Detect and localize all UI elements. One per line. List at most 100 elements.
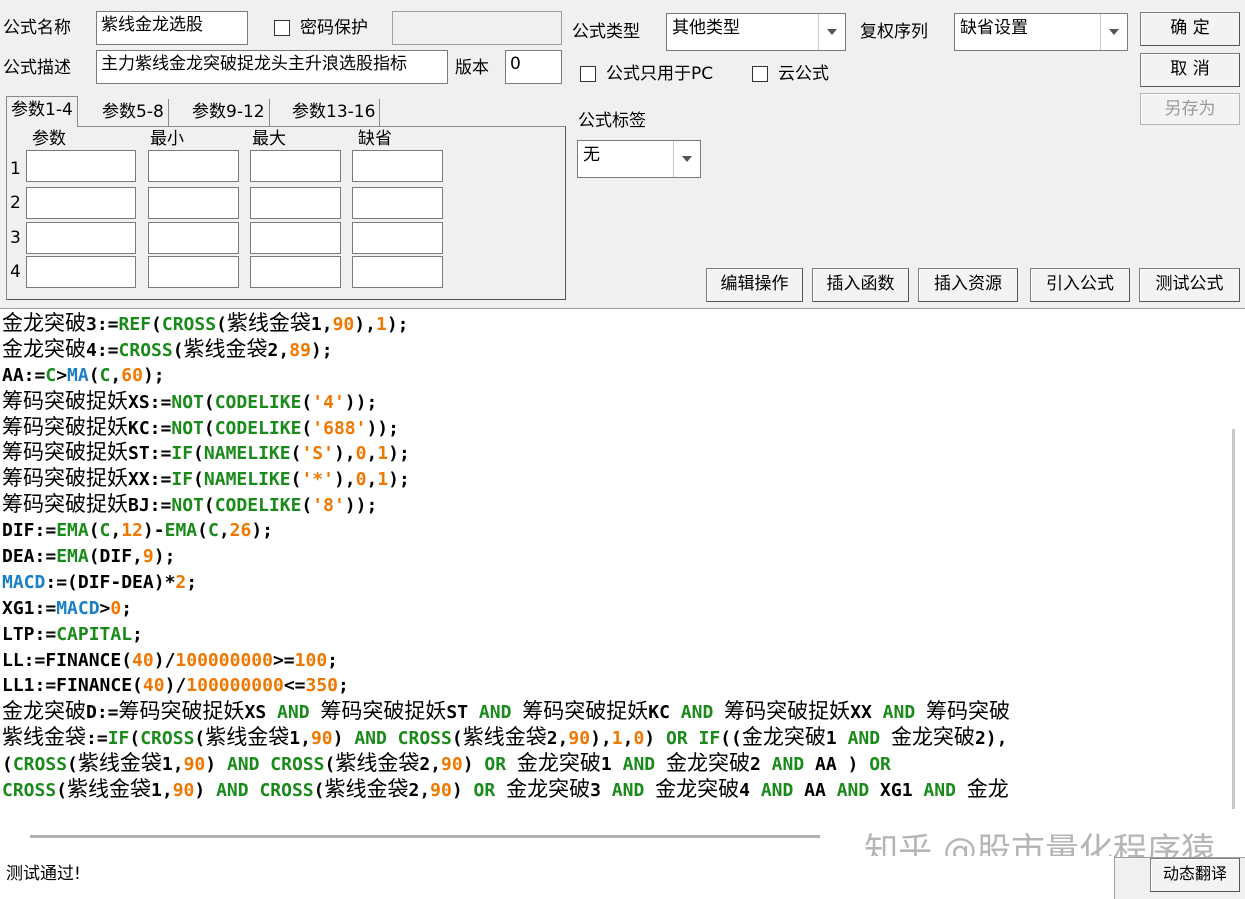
code-token: 1, — [161, 754, 184, 776]
horizontal-scrollbar[interactable] — [30, 835, 820, 838]
code-token: CAPITAL — [56, 623, 133, 645]
param4-max-input[interactable] — [250, 256, 341, 288]
code-line: (CROSS(紫线金袋1,90) AND CROSS(紫线金袋2,90) OR … — [2, 751, 1218, 777]
code-token: 100 — [294, 649, 328, 671]
import-formula-button[interactable]: 引入公式 — [1030, 268, 1130, 302]
param2-min-input[interactable] — [148, 187, 239, 219]
code-token: > — [56, 364, 68, 386]
param2-default-input[interactable] — [352, 187, 443, 219]
code-token: ) — [194, 780, 217, 802]
code-token: > — [99, 597, 111, 619]
insert-resource-button[interactable]: 插入资源 — [918, 268, 1018, 302]
formula-tag-select[interactable]: 无 — [577, 140, 701, 178]
code-token: CODELIKE — [214, 391, 302, 413]
code-token: 40 — [132, 649, 154, 671]
tab-params-13-16[interactable]: 参数13-16 — [288, 99, 381, 126]
chevron-down-icon — [673, 141, 700, 177]
cloud-checkbox[interactable] — [752, 66, 768, 82]
code-text[interactable]: 金龙突破3:=REF(CROSS(紫线金袋1,90),1); 金龙突破4:=CRO… — [2, 311, 1218, 803]
param1-min-input[interactable] — [148, 150, 239, 182]
code-token: ); — [386, 314, 409, 335]
code-line: 金龙突破3:=REF(CROSS(紫线金袋1,90),1); — [2, 311, 1218, 337]
vertical-scrollbar[interactable] — [1232, 429, 1235, 809]
param3-max-input[interactable] — [250, 222, 341, 254]
code-token: 0 — [633, 728, 645, 750]
code-token: ( — [67, 754, 78, 776]
formula-type-select[interactable]: 其他类型 — [666, 13, 846, 51]
param4-default-input[interactable] — [352, 256, 443, 288]
version-input[interactable]: 0 — [505, 50, 562, 84]
formula-desc-input[interactable]: 主力紫线金龙突破捉龙头主升浪选股指标 — [96, 50, 448, 84]
tab-params-9-12[interactable]: 参数9-12 — [188, 99, 270, 126]
save-as-button[interactable]: 另存为 — [1140, 93, 1240, 125]
code-token: ; — [132, 623, 143, 645]
code-token: 90 — [332, 314, 355, 335]
formula-name-input[interactable]: 紫线金龙选股 — [96, 11, 248, 45]
param1-max-input[interactable] — [250, 150, 341, 182]
code-token: '8' — [312, 495, 345, 517]
code-token: 筹码突破捉妖 — [2, 414, 128, 439]
code-token: NOT — [171, 495, 204, 517]
code-token: 90 — [310, 728, 333, 750]
code-token: 金龙突破 — [2, 336, 86, 361]
code-token: 0 — [355, 469, 367, 491]
code-token: , — [110, 520, 122, 542]
ok-button[interactable]: 确 定 — [1140, 12, 1240, 46]
code-token: NOT — [171, 391, 204, 413]
code-token: CROSS — [118, 339, 173, 361]
code-token: ( — [301, 417, 313, 439]
password-checkbox[interactable] — [274, 20, 290, 36]
code-token: 筹码突破 — [926, 699, 1011, 724]
param3-default-input[interactable] — [352, 222, 443, 254]
code-token: ( — [203, 495, 215, 517]
rights-select[interactable]: 缺省设置 — [954, 13, 1128, 51]
param1-name-input[interactable] — [26, 150, 136, 182]
param2-name-input[interactable] — [26, 187, 136, 219]
param4-min-input[interactable] — [148, 256, 239, 288]
code-token: XS:= — [128, 391, 172, 413]
formula-name-label: 公式名称 — [3, 18, 71, 38]
code-token: 紫线金袋 — [462, 725, 547, 750]
code-token: 1 — [375, 314, 387, 335]
code-token: ; — [338, 675, 349, 697]
cancel-button[interactable]: 取 消 — [1140, 53, 1240, 87]
param2-max-input[interactable] — [250, 187, 341, 219]
code-token: MACD — [2, 571, 46, 593]
code-token: 90 — [430, 780, 452, 802]
dynamic-translate-button[interactable]: 动态翻译 — [1150, 858, 1240, 892]
code-line: LL1:=FINANCE(40)/100000000<=350; — [2, 673, 1218, 699]
code-token: 金龙突破 — [2, 311, 86, 335]
param3-min-input[interactable] — [148, 222, 239, 254]
param-row-index: 3 — [10, 228, 21, 248]
tab-params-1-4[interactable]: 参数1-4 — [6, 96, 78, 127]
edit-ops-button[interactable]: 编辑操作 — [706, 268, 803, 302]
param4-name-input[interactable] — [26, 256, 136, 288]
code-token: 紫线金袋 — [335, 751, 420, 776]
code-token: EMA — [56, 520, 89, 542]
code-token: ); — [310, 339, 333, 361]
tab-params-5-8[interactable]: 参数5-8 — [98, 99, 169, 126]
code-token: ( — [290, 469, 302, 491]
code-editor[interactable]: 金龙突破3:=REF(CROSS(紫线金袋1,90),1); 金龙突破4:=CRO… — [0, 308, 1245, 858]
param3-name-input[interactable] — [26, 222, 136, 254]
code-token: 金龙突破 — [741, 725, 826, 750]
param-header-max: 最大 — [252, 129, 286, 149]
password-input[interactable] — [392, 11, 562, 45]
test-formula-button[interactable]: 测试公式 — [1139, 268, 1240, 302]
param1-default-input[interactable] — [352, 150, 443, 182]
code-token: ( — [324, 754, 336, 776]
code-token: CROSS — [270, 754, 325, 776]
code-line: 金龙突破4:=CROSS(紫线金袋2,89); — [2, 337, 1218, 363]
code-token: , — [366, 469, 378, 491]
code-token: 4 — [739, 780, 761, 802]
code-token: C — [45, 364, 57, 386]
code-token: AND — [882, 702, 916, 724]
pc-only-checkbox[interactable] — [580, 66, 596, 82]
code-token: D:= — [86, 702, 119, 724]
code-token: AND — [680, 702, 714, 724]
insert-function-button[interactable]: 插入函数 — [812, 268, 909, 302]
